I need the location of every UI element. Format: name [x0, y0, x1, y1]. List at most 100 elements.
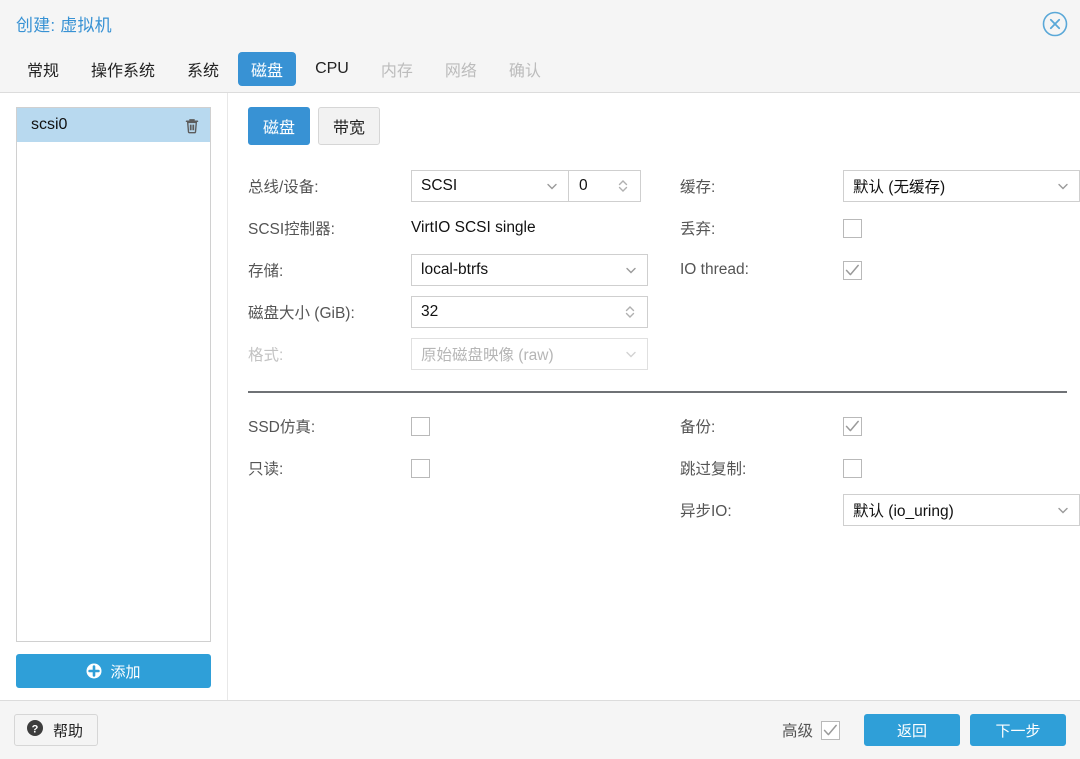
tab-confirm: 确认 — [508, 63, 541, 80]
check-icon — [845, 420, 859, 431]
field-row-storage: 存储: local-btrfs — [248, 249, 658, 291]
format-select-value: 原始磁盘映像 (raw) — [421, 347, 554, 364]
field-row-bus-device: 总线/设备: SCSI 0 — [248, 165, 658, 207]
async-io-select[interactable]: 默认 (io_uring) — [843, 494, 1080, 526]
add-disk-button[interactable]: 添加 — [16, 654, 211, 688]
storage-select-value: local-btrfs — [421, 261, 489, 278]
question-circle-icon: ? — [26, 719, 44, 741]
tab-network: 网络 — [444, 63, 477, 80]
field-row-backup: 备份: — [680, 405, 1080, 447]
field-row-cache: 缓存: 默认 (无缓存) — [680, 165, 1080, 207]
dialog-footer: ? 帮助 高级 返回 下一步 — [0, 701, 1080, 759]
async-io-label: 异步IO: — [680, 503, 732, 520]
spinner-icon[interactable] — [616, 177, 630, 195]
bus-select[interactable]: SCSI — [411, 170, 569, 202]
list-item[interactable]: scsi0 — [17, 108, 210, 142]
bus-device-group: SCSI 0 — [411, 170, 641, 202]
page-title: 创建: 虚拟机 — [16, 15, 112, 35]
skip-replication-checkbox[interactable] — [843, 458, 862, 478]
subtab-bandwidth[interactable]: 带宽 — [318, 107, 381, 145]
format-select: 原始磁盘映像 (raw) — [411, 338, 648, 370]
check-icon — [823, 724, 837, 735]
svg-text:?: ? — [32, 723, 39, 735]
dialog-header: 创建: 虚拟机 — [0, 0, 1080, 46]
disk-size-value: 32 — [421, 303, 439, 320]
backup-checkbox[interactable] — [843, 416, 862, 436]
device-name: scsi0 — [31, 116, 68, 133]
cache-select[interactable]: 默认 (无缓存) — [843, 170, 1080, 202]
chevron-down-icon — [1056, 503, 1070, 517]
plus-circle-icon — [86, 663, 102, 679]
trash-icon[interactable] — [184, 117, 200, 134]
advanced-toggle[interactable]: 高级 — [782, 719, 840, 741]
field-row-discard: 丢弃: — [680, 207, 1080, 249]
cache-select-value: 默认 (无缓存) — [853, 179, 946, 196]
next-button[interactable]: 下一步 — [970, 714, 1066, 746]
close-icon[interactable] — [1042, 11, 1068, 37]
iothread-label: IO thread: — [680, 261, 749, 278]
discard-checkbox[interactable] — [843, 218, 862, 238]
ssd-emulation-label: SSD仿真: — [248, 419, 316, 436]
bus-select-value: SCSI — [421, 177, 458, 194]
field-row-iothread: IO thread: — [680, 249, 1080, 291]
device-index-value: 0 — [579, 177, 588, 194]
tab-memory: 内存 — [380, 63, 413, 80]
chevron-down-icon — [1056, 179, 1070, 193]
spinner-icon[interactable] — [623, 303, 637, 321]
device-panel: scsi0 添加 — [0, 93, 228, 700]
scsi-controller-value: VirtIO SCSI single — [411, 219, 536, 236]
discard-label: 丢弃: — [680, 221, 716, 238]
cache-label: 缓存: — [680, 179, 716, 196]
back-button[interactable]: 返回 — [864, 714, 960, 746]
dialog-body: scsi0 添加 磁盘 带宽 总线/设备: SCSI 0 SCSI控制器: Vi… — [0, 92, 1080, 701]
form-columns: 总线/设备: SCSI 0 SCSI控制器: VirtIO SCSI singl… — [248, 165, 1080, 375]
advanced-column-left: SSD仿真: 只读: — [248, 405, 658, 531]
form-column-right: 缓存: 默认 (无缓存) 丢弃: IO thread: — [680, 165, 1080, 375]
field-row-format: 格式: 原始磁盘映像 (raw) — [248, 333, 658, 375]
help-button[interactable]: ? 帮助 — [14, 714, 99, 746]
wizard-tabbar: 常规 操作系统 系统 磁盘 CPU 内存 网络 确认 — [0, 46, 1080, 92]
field-row-readonly: 只读: — [248, 447, 658, 489]
device-index-stepper[interactable]: 0 — [569, 170, 641, 202]
disk-size-stepper[interactable]: 32 — [411, 296, 648, 328]
field-row-scsi-controller: SCSI控制器: VirtIO SCSI single — [248, 207, 658, 249]
tab-os[interactable]: 操作系统 — [78, 52, 168, 86]
disk-subtabs: 磁盘 带宽 — [248, 107, 1080, 145]
advanced-column-right: 备份: 跳过复制: 异步IO: 默认 (io_uring) — [680, 405, 1080, 531]
chevron-down-icon — [624, 263, 638, 277]
field-row-disk-size: 磁盘大小 (GiB): 32 — [248, 291, 658, 333]
create-vm-dialog: 创建: 虚拟机 常规 操作系统 系统 磁盘 CPU 内存 网络 确认 scsi0 — [0, 0, 1080, 759]
readonly-label: 只读: — [248, 461, 284, 478]
scsi-controller-label: SCSI控制器: — [248, 221, 335, 238]
advanced-checkbox[interactable] — [821, 720, 840, 740]
disk-form: 磁盘 带宽 总线/设备: SCSI 0 SCSI控制器: VirtIO SCSI… — [228, 93, 1080, 700]
storage-label: 存储: — [248, 263, 284, 280]
check-icon — [845, 264, 859, 275]
storage-select[interactable]: local-btrfs — [411, 254, 648, 286]
tab-disks[interactable]: 磁盘 — [238, 52, 297, 86]
subtab-disk[interactable]: 磁盘 — [248, 107, 311, 145]
advanced-label: 高级 — [781, 723, 813, 740]
bus-device-label: 总线/设备: — [248, 179, 319, 196]
field-row-skip-replication: 跳过复制: — [680, 447, 1080, 489]
add-disk-label: 添加 — [110, 663, 141, 681]
disk-size-label: 磁盘大小 (GiB): — [248, 305, 355, 322]
chevron-down-icon — [624, 347, 638, 361]
chevron-down-icon — [545, 179, 559, 193]
tab-general[interactable]: 常规 — [14, 52, 72, 86]
tab-system[interactable]: 系统 — [174, 52, 232, 86]
iothread-checkbox[interactable] — [843, 260, 862, 280]
ssd-emulation-checkbox[interactable] — [411, 416, 430, 436]
help-label: 帮助 — [53, 722, 84, 740]
backup-label: 备份: — [680, 419, 716, 436]
field-row-ssd-emulation: SSD仿真: — [248, 405, 658, 447]
form-column-left: 总线/设备: SCSI 0 SCSI控制器: VirtIO SCSI singl… — [248, 165, 658, 375]
format-label: 格式: — [248, 347, 284, 364]
skip-replication-label: 跳过复制: — [680, 461, 747, 478]
readonly-checkbox[interactable] — [411, 458, 430, 478]
tab-cpu[interactable]: CPU — [302, 55, 362, 83]
section-divider — [248, 391, 1067, 393]
advanced-columns: SSD仿真: 只读: 备份: 跳过复制: 异步IO: 默认 (io_uring) — [248, 405, 1080, 531]
field-row-async-io: 异步IO: 默认 (io_uring) — [680, 489, 1080, 531]
async-io-select-value: 默认 (io_uring) — [853, 503, 954, 520]
